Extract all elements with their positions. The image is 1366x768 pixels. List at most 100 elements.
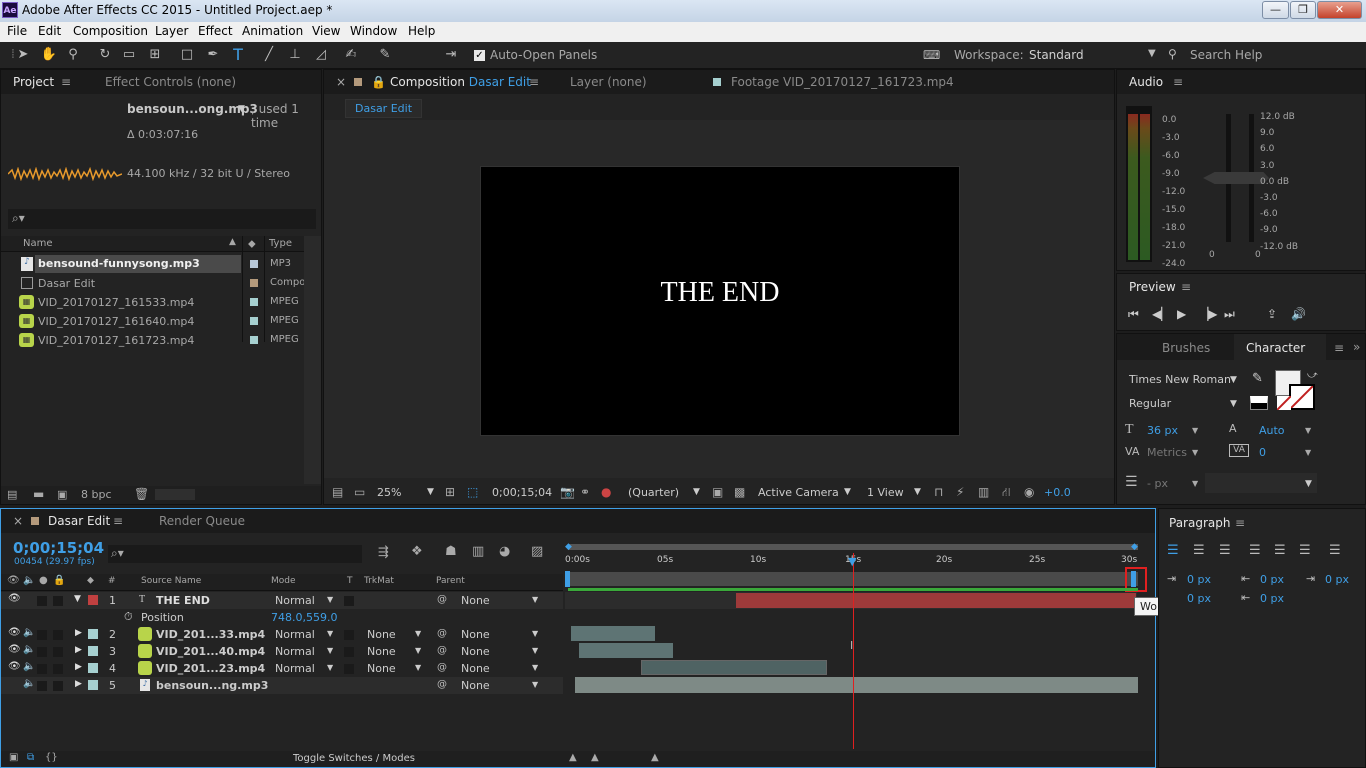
paragraph-title[interactable]: Paragraph bbox=[1169, 516, 1230, 530]
eye-icon[interactable]: 👁 bbox=[8, 593, 21, 604]
playhead-handle[interactable]: ▼ bbox=[848, 555, 856, 568]
pan-behind-tool-icon[interactable]: ⊞ bbox=[146, 46, 164, 64]
rectangle-tool-icon[interactable]: □ bbox=[178, 46, 196, 64]
chevron-down-icon[interactable]: ▼ bbox=[1230, 399, 1237, 409]
timeline-layer-row[interactable]: 👁 🔈 ▶ 2 VID_201...33.mp4 Normal ▼ None ▼… bbox=[1, 626, 563, 643]
position-value[interactable]: 748.0,559.0 bbox=[271, 611, 337, 624]
tab-footage[interactable]: Footage VID_20170127_161723.mp4 bbox=[731, 75, 954, 89]
eye-icon[interactable]: 👁 bbox=[8, 627, 21, 638]
layer-bar-the-end[interactable] bbox=[736, 593, 1136, 608]
preview-title[interactable]: Preview bbox=[1129, 280, 1176, 294]
timeline-layer-row[interactable]: 🔈 ▶ 5 ♪ bensoun...ng.mp3 @ None ▼ bbox=[1, 677, 563, 694]
eyedropper-icon[interactable]: ✎ bbox=[1252, 371, 1263, 386]
layer-parent-select[interactable]: None bbox=[461, 594, 490, 607]
solo-toggle[interactable] bbox=[37, 596, 47, 606]
pen-tool-icon[interactable]: ✒ bbox=[204, 46, 222, 64]
play-icon[interactable]: ▶ bbox=[1177, 307, 1186, 321]
selection-tool-icon[interactable]: ➤ bbox=[14, 46, 32, 64]
align-left-icon[interactable]: ☰ bbox=[1167, 543, 1179, 558]
previous-frame-icon[interactable]: ◀▏ bbox=[1152, 307, 1170, 321]
brush-tool-icon[interactable]: ╱ bbox=[260, 46, 278, 64]
column-source-name[interactable]: Source Name bbox=[141, 576, 201, 586]
menu-layer[interactable]: Layer bbox=[155, 24, 188, 38]
panel-menu-icon[interactable]: ≡ bbox=[61, 75, 71, 89]
navigator-start-handle[interactable]: ◆ bbox=[565, 542, 572, 552]
menu-animation[interactable]: Animation bbox=[242, 24, 303, 38]
layer-label-color[interactable] bbox=[88, 680, 98, 690]
current-time-display[interactable]: 0;00;15;04 bbox=[492, 486, 552, 499]
composition-navigator-tab[interactable]: Dasar Edit bbox=[345, 99, 423, 118]
justify-all-icon[interactable]: ☰ bbox=[1329, 543, 1341, 558]
auto-open-checkbox[interactable]: ✓ bbox=[474, 50, 485, 61]
eye-icon[interactable]: 👁 bbox=[8, 644, 21, 655]
parent-pickwhip-icon[interactable]: @ bbox=[437, 662, 447, 673]
title-safe-icon[interactable]: ⊞ bbox=[445, 485, 455, 499]
puppet-pin-tool-icon[interactable]: ✎ bbox=[376, 46, 394, 64]
layer-parent-select[interactable]: None bbox=[461, 679, 490, 692]
snapshot-icon[interactable]: 📷 bbox=[560, 485, 575, 499]
trash-icon[interactable]: 🗑 bbox=[134, 487, 149, 501]
eye-icon[interactable]: 👁 bbox=[8, 661, 21, 672]
layer-bar-vid-2[interactable] bbox=[571, 626, 655, 641]
tab-composition[interactable]: Composition Dasar Edit bbox=[390, 75, 531, 89]
project-item-row[interactable]: ▦ VID_20170127_161533.mp4 MPEG bbox=[1, 293, 321, 312]
tab-project[interactable]: Project bbox=[13, 75, 54, 89]
snapping-icon[interactable]: ⇥ bbox=[442, 46, 460, 64]
chevron-down-icon[interactable]: ▼ bbox=[1148, 48, 1156, 59]
timeline-layer-row[interactable]: 👁 🔈 ▶ 4 VID_201...23.mp4 Normal ▼ None ▼… bbox=[1, 660, 563, 677]
show-snapshot-icon[interactable]: ⚭ bbox=[580, 485, 590, 499]
camera-tool-icon[interactable]: ▭ bbox=[120, 46, 138, 64]
chevron-down-icon[interactable]: ▼ bbox=[238, 104, 245, 114]
preserve-transparency-toggle[interactable] bbox=[344, 596, 354, 606]
chevron-down-icon[interactable]: ▼ bbox=[1192, 479, 1198, 488]
chevron-down-icon[interactable]: ▼ bbox=[327, 663, 333, 672]
solo-toggle[interactable] bbox=[37, 630, 47, 640]
layer-name[interactable]: THE END bbox=[156, 594, 210, 607]
column-mode[interactable]: Mode bbox=[271, 576, 296, 586]
workspace-select[interactable]: Standard bbox=[1029, 48, 1084, 62]
layer-name[interactable]: VID_201...33.mp4 bbox=[156, 628, 265, 641]
zoom-tool-icon[interactable]: ⚲ bbox=[64, 46, 82, 64]
parent-pickwhip-icon[interactable]: @ bbox=[437, 679, 447, 690]
speaker-icon[interactable]: 🔈 bbox=[23, 644, 35, 655]
timeline-search-input[interactable]: ⌕▾ bbox=[108, 545, 362, 563]
menu-effect[interactable]: Effect bbox=[198, 24, 233, 38]
tab-effect-controls[interactable]: Effect Controls (none) bbox=[105, 75, 236, 89]
speaker-icon[interactable]: 🔈 bbox=[23, 678, 35, 689]
layer-label-color[interactable] bbox=[88, 629, 98, 639]
menu-view[interactable]: View bbox=[312, 24, 340, 38]
justify-center-icon[interactable]: ☰ bbox=[1274, 543, 1286, 558]
chevron-down-icon[interactable]: ▼ bbox=[532, 680, 538, 689]
next-frame-icon[interactable]: ▕▶ bbox=[1199, 307, 1217, 321]
tracking-value[interactable]: 0 bbox=[1259, 446, 1266, 459]
transfer-controls-icon[interactable]: ⧉ bbox=[27, 752, 34, 763]
expand-triangle-icon[interactable]: ▶ bbox=[75, 679, 82, 689]
lock-toggle[interactable] bbox=[53, 647, 63, 657]
timeline-icon[interactable]: ▥ bbox=[978, 485, 989, 499]
layer-label-color[interactable] bbox=[88, 595, 98, 605]
minimize-button[interactable]: — bbox=[1262, 1, 1289, 19]
lock-icon[interactable]: 🔒 bbox=[371, 75, 386, 89]
layer-trkmat-select[interactable]: None bbox=[367, 662, 396, 675]
stroke-option-select[interactable] bbox=[1205, 473, 1317, 493]
chevron-down-icon[interactable]: ▼ bbox=[532, 629, 538, 638]
layer-name[interactable]: bensoun...ng.mp3 bbox=[156, 679, 268, 692]
frame-blending-icon[interactable]: ▥ bbox=[472, 544, 484, 559]
project-search-input[interactable]: ⌕▾ bbox=[8, 209, 316, 229]
zoom-in-icon[interactable]: ▲ bbox=[651, 752, 659, 763]
chevron-down-icon[interactable]: ▼ bbox=[427, 487, 434, 497]
parent-pickwhip-icon[interactable]: @ bbox=[437, 628, 447, 639]
navigator-end-handle[interactable]: ◆ bbox=[1131, 542, 1138, 552]
stroke-width-value[interactable]: - px bbox=[1147, 477, 1168, 490]
first-frame-icon[interactable]: ⏮ bbox=[1128, 307, 1139, 322]
chevron-down-icon[interactable]: ▼ bbox=[1305, 426, 1311, 435]
space-before-value[interactable]: 0 px bbox=[1260, 592, 1284, 605]
rotation-tool-icon[interactable]: ↻ bbox=[96, 46, 114, 64]
audio-title[interactable]: Audio bbox=[1129, 75, 1163, 89]
menu-window[interactable]: Window bbox=[350, 24, 397, 38]
flowchart-icon[interactable]: ⛙ bbox=[1002, 485, 1010, 501]
close-button[interactable]: ✕ bbox=[1317, 1, 1362, 19]
stroke-color-swatch[interactable] bbox=[1289, 384, 1315, 410]
column-parent[interactable]: Parent bbox=[436, 576, 465, 586]
comp-mini-flowchart-icon[interactable]: ⇶ bbox=[378, 545, 389, 560]
